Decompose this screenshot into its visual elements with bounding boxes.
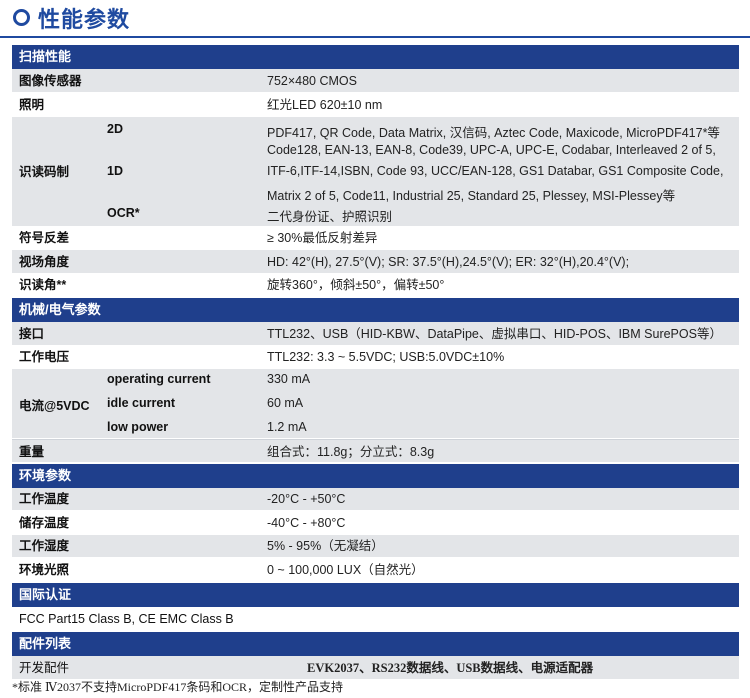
label-illumination: 照明 bbox=[19, 98, 45, 112]
row-interface: 接口 TTL232、USB（HID-KBW、DataPipe、虚拟串口、HID-… bbox=[12, 322, 739, 346]
row-humidity: 工作湿度 5% - 95%（无凝结） bbox=[12, 535, 739, 558]
value-voltage: TTL232: 3.3 ~ 5.5VDC; USB:5.0VDC±10% bbox=[267, 350, 505, 364]
label-operating-temp: 工作温度 bbox=[19, 492, 70, 506]
section-header-cert: 国际认证 bbox=[12, 583, 739, 607]
value-weight: 组合式：11.8g；分立式：8.3g bbox=[267, 445, 435, 459]
value-ambient-light: 0 ~ 100,000 LUX（自然光） bbox=[267, 563, 424, 577]
label-ambient-light: 环境光照 bbox=[19, 563, 70, 577]
row-current: 电流@5VDC operating current 330 mA idle cu… bbox=[12, 369, 739, 439]
label-field-of-view: 视场角度 bbox=[19, 255, 70, 269]
value-operating-temp: -20°C - +50°C bbox=[267, 492, 346, 506]
row-storage-temp: 储存温度 -40°C - +80°C bbox=[12, 511, 739, 535]
title-divider bbox=[0, 36, 750, 38]
value-humidity: 5% - 95%（无凝结） bbox=[267, 539, 384, 553]
label-weight: 重量 bbox=[19, 445, 45, 459]
label-storage-temp: 储存温度 bbox=[19, 516, 70, 530]
value-contrast: ≥ 30%最低反射差异 bbox=[267, 231, 378, 245]
label-dev-accessories: 开发配件 bbox=[19, 661, 70, 675]
section-header-accessories: 配件列表 bbox=[12, 632, 739, 656]
section-header-env: 环境参数 bbox=[12, 464, 739, 488]
label-1d: 1D bbox=[107, 164, 123, 178]
label-2d: 2D bbox=[107, 122, 123, 136]
label-read-angle: 识读角** bbox=[19, 278, 67, 292]
value-storage-temp: -40°C - +80°C bbox=[267, 516, 346, 530]
row-certification: FCC Part15 Class B, CE EMC Class B bbox=[12, 607, 739, 631]
spec-table: 扫描性能 图像传感器 752×480 CMOS 照明 红光LED 620±10 … bbox=[12, 44, 739, 680]
row-voltage: 工作电压 TTL232: 3.3 ~ 5.5VDC; USB:5.0VDC±10… bbox=[12, 346, 739, 369]
section-header-mech: 机械/电气参数 bbox=[12, 298, 739, 322]
value-interface: TTL232、USB（HID-KBW、DataPipe、虚拟串口、HID-POS… bbox=[267, 327, 722, 341]
footnote: *标准 Ⅳ2037不支持MicroPDF417条码和OCR，定制性产品支持 bbox=[12, 680, 344, 694]
label-interface: 接口 bbox=[19, 327, 45, 341]
row-field-of-view: 视场角度 HD: 42°(H), 27.5°(V); SR: 37.5°(H),… bbox=[12, 250, 739, 274]
label-humidity: 工作湿度 bbox=[19, 539, 70, 553]
row-symbologies: 识读码制 2D PDF417, QR Code, Data Matrix, 汉信… bbox=[12, 117, 739, 227]
label-symbologies: 识读码制 bbox=[19, 165, 70, 179]
value-dev-accessories: EVK2037、RS232数据线、USB数据线、电源适配器 bbox=[307, 661, 594, 675]
label-contrast: 符号反差 bbox=[19, 231, 70, 245]
value-read-angle: 旋转360°，倾斜±50°，偏转±50° bbox=[267, 278, 445, 292]
label-image-sensor: 图像传感器 bbox=[19, 74, 82, 88]
value-operating-current: 330 mA bbox=[267, 372, 311, 386]
section-header-scan: 扫描性能 bbox=[12, 45, 739, 69]
page-title: 性能参数 bbox=[38, 7, 131, 32]
value-field-of-view: HD: 42°(H), 27.5°(V); SR: 37.5°(H),24.5°… bbox=[267, 255, 630, 269]
row-read-angle: 识读角** 旋转360°，倾斜±50°，偏转±50° bbox=[12, 274, 739, 297]
row-image-sensor: 图像传感器 752×480 CMOS bbox=[12, 69, 739, 93]
label-idle-current: idle current bbox=[107, 396, 176, 410]
value-image-sensor: 752×480 CMOS bbox=[267, 74, 357, 88]
value-idle-current: 60 mA bbox=[267, 396, 304, 410]
label-voltage: 工作电压 bbox=[19, 350, 70, 364]
value-1d-line-1: Code128, EAN-13, EAN-8, Code39, UPC-A, U… bbox=[267, 143, 716, 157]
label-low-power: low power bbox=[107, 420, 169, 434]
row-illumination: 照明 红光LED 620±10 nm bbox=[12, 93, 739, 117]
title-bar: 性能参数 bbox=[0, 0, 750, 38]
value-1d-line-3: Matrix 2 of 5, Code11, Industrial 25, St… bbox=[267, 189, 676, 203]
row-dev-accessories: 开发配件 EVK2037、RS232数据线、USB数据线、电源适配器 bbox=[12, 656, 739, 680]
row-operating-temp: 工作温度 -20°C - +50°C bbox=[12, 488, 739, 511]
row-ambient-light: 环境光照 0 ~ 100,000 LUX（自然光） bbox=[12, 558, 739, 582]
value-1d-line-2: ITF-6,ITF-14,ISBN, Code 93, UCC/EAN-128,… bbox=[267, 164, 724, 178]
value-low-power: 1.2 mA bbox=[267, 420, 307, 434]
row-contrast: 符号反差 ≥ 30%最低反射差异 bbox=[12, 227, 739, 250]
value-illumination: 红光LED 620±10 nm bbox=[267, 98, 383, 112]
value-ocr: 二代身份证、护照识别 bbox=[267, 210, 393, 224]
circle-icon bbox=[13, 9, 30, 26]
label-current: 电流@5VDC bbox=[19, 399, 90, 413]
label-ocr: OCR* bbox=[107, 206, 140, 220]
value-certification: FCC Part15 Class B, CE EMC Class B bbox=[19, 612, 234, 626]
value-2d: PDF417, QR Code, Data Matrix, 汉信码, Aztec… bbox=[267, 126, 720, 140]
row-weight: 重量 组合式：11.8g；分立式：8.3g bbox=[12, 439, 739, 463]
label-operating-current: operating current bbox=[107, 372, 211, 386]
